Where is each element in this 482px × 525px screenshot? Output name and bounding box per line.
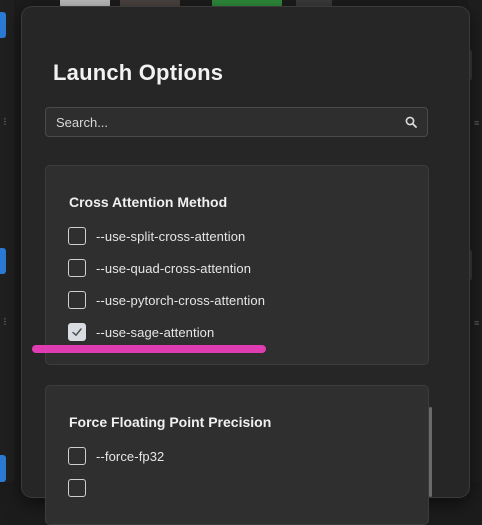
checkbox[interactable] <box>68 227 86 245</box>
search-icon[interactable] <box>405 116 417 128</box>
option-group-force-floating-point: Force Floating Point Precision --force-f… <box>45 385 429 525</box>
highlight-annotation <box>32 345 266 353</box>
option-force-fp32[interactable]: --force-fp32 <box>68 445 164 467</box>
checkbox[interactable] <box>68 447 86 465</box>
option-label: --use-split-cross-attention <box>96 228 246 244</box>
option-use-pytorch-cross-attention[interactable]: --use-pytorch-cross-attention <box>68 289 265 311</box>
background-blue-tab <box>0 455 6 482</box>
option-use-split-cross-attention[interactable]: --use-split-cross-attention <box>68 225 245 247</box>
option-label: --force-fp32 <box>96 448 165 464</box>
scrollbar[interactable] <box>429 407 432 497</box>
search-box <box>45 107 428 137</box>
background-marker: ≡ <box>474 118 480 128</box>
option-label: --use-quad-cross-attention <box>96 260 252 276</box>
option-use-sage-attention[interactable]: --use-sage-attention <box>68 321 214 343</box>
checkbox[interactable] <box>68 291 86 309</box>
launch-options-dialog: Launch Options Cross Attention Method --… <box>22 7 469 525</box>
search-input[interactable] <box>46 108 396 136</box>
checkbox-checked[interactable] <box>68 323 86 341</box>
option-group-cross-attention: Cross Attention Method --use-split-cross… <box>45 165 429 365</box>
background-blue-tab <box>0 248 6 274</box>
group-title: Cross Attention Method <box>69 194 228 210</box>
checkmark-icon <box>72 328 82 336</box>
group-title: Force Floating Point Precision <box>69 414 272 430</box>
option-use-quad-cross-attention[interactable]: --use-quad-cross-attention <box>68 257 251 279</box>
option-label: --use-sage-attention <box>96 324 215 340</box>
background-drag-handle-icon: ⋮ <box>1 317 9 326</box>
background-left-panel <box>0 0 14 482</box>
background-drag-handle-icon: ⋮ <box>1 117 9 126</box>
checkbox[interactable] <box>68 259 86 277</box>
background-marker: ≡ <box>474 318 480 328</box>
option-label: --use-pytorch-cross-attention <box>96 292 266 308</box>
option-next-partial[interactable] <box>68 477 86 499</box>
dialog-title: Launch Options <box>53 60 224 85</box>
background-blue-tab <box>0 12 6 38</box>
